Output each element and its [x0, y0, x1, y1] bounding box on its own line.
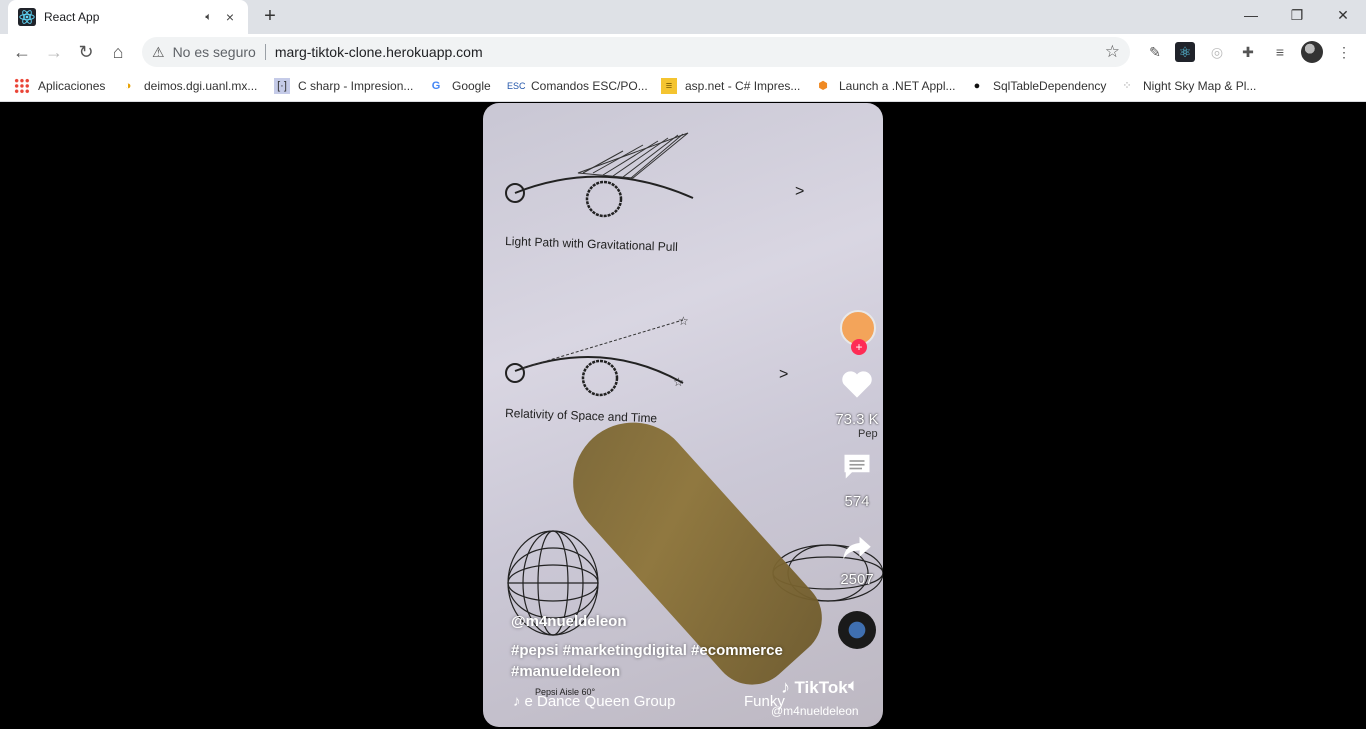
- warning-icon[interactable]: ⚠: [152, 44, 165, 61]
- address-bar[interactable]: ⚠ No es seguro marg-tiktok-clone.herokua…: [142, 37, 1130, 67]
- tiktok-logo-icon: ♪: [781, 677, 790, 697]
- bookmark-label: SqlTableDependency: [993, 79, 1107, 93]
- music-disc-icon[interactable]: [838, 611, 876, 649]
- new-tab-button[interactable]: +: [258, 5, 282, 29]
- tab-close-icon[interactable]: ×: [222, 9, 238, 25]
- share-button[interactable]: [834, 535, 880, 565]
- menu-dots-icon[interactable]: ⋮: [1334, 42, 1354, 62]
- comment-count: 574: [844, 493, 870, 510]
- bookmark-label: deimos.dgi.uanl.mx...: [144, 79, 258, 93]
- like-count: 73.3 K: [835, 411, 879, 428]
- drawing-label-1: Light Path with Gravitational Pull: [505, 234, 678, 254]
- reload-icon[interactable]: ↻: [73, 40, 99, 64]
- bookmark-label: Comandos ESC/PO...: [531, 79, 648, 93]
- esc-icon: ESC: [507, 81, 526, 91]
- tab-title: React App: [44, 10, 100, 24]
- video-caption: @m4nueldeleon #pepsi #marketingdigital #…: [511, 613, 841, 682]
- bookmark-star-icon[interactable]: ☆: [1105, 42, 1120, 62]
- comment-button[interactable]: [834, 451, 880, 485]
- eyedropper-extension-icon[interactable]: ✎: [1145, 42, 1165, 62]
- circle-extension-icon[interactable]: ◎: [1207, 42, 1227, 62]
- back-icon[interactable]: ←: [9, 40, 35, 64]
- apps-grid-icon: [14, 78, 30, 94]
- react-icon: [18, 8, 36, 26]
- bookmark-label: C sharp - Impresion...: [298, 79, 414, 93]
- browser-toolbar: ← → ↻ ⌂ ⚠ No es seguro marg-tiktok-clone…: [0, 34, 1366, 70]
- bookmark-label: asp.net - C# Impres...: [685, 79, 801, 93]
- profile-avatar[interactable]: [1301, 41, 1323, 63]
- bookmark-deimos[interactable]: ◑ deimos.dgi.uanl.mx...: [120, 76, 258, 96]
- music-note-icon: ♪: [513, 693, 521, 710]
- share-icon: [843, 536, 871, 560]
- bookmark-aspnet[interactable]: ≡ asp.net - C# Impres...: [661, 76, 800, 96]
- tab-strip: React App 🔈︎ × + — ❐ ✕: [0, 0, 1366, 34]
- song-name: e Dance Queen Group: [524, 693, 676, 710]
- svg-text:>: >: [795, 183, 804, 200]
- follow-plus-icon[interactable]: +: [851, 339, 867, 355]
- bookmark-label: Night Sky Map & Pl...: [1143, 79, 1257, 93]
- share-count: 2507: [840, 571, 874, 588]
- like-button[interactable]: [834, 369, 880, 403]
- side-text: Pep: [858, 428, 878, 440]
- extensions-puzzle-icon[interactable]: ✚: [1238, 42, 1258, 62]
- forward-icon[interactable]: →: [41, 40, 67, 64]
- bookmark-google[interactable]: G Google: [428, 76, 491, 96]
- bookmark-label: Aplicaciones: [38, 79, 106, 93]
- tiktok-watermark: ♪ TikTok @m4nueldeleon: [771, 677, 859, 718]
- heart-icon: [842, 371, 872, 398]
- media-control-icon[interactable]: ≡: [1270, 42, 1290, 62]
- bookmark-night-sky[interactable]: ⁘ Night Sky Map & Pl...: [1119, 76, 1256, 96]
- bookmarks-bar: Aplicaciones ◑ deimos.dgi.uanl.mx... [·]…: [0, 70, 1366, 102]
- security-label[interactable]: No es seguro: [173, 44, 256, 60]
- bookmark-comandos[interactable]: ESC Comandos ESC/PO...: [507, 76, 648, 96]
- comment-icon: [844, 454, 870, 479]
- author-handle[interactable]: @m4nueldeleon: [511, 613, 841, 630]
- bookmark-label: Launch a .NET Appl...: [839, 79, 956, 93]
- speaker-icon[interactable]: 🔈︎: [205, 11, 212, 24]
- bookmark-label: Google: [452, 79, 491, 93]
- watermark-name: TikTok: [794, 678, 848, 697]
- svg-text:☆: ☆: [673, 375, 684, 389]
- svg-text:☆: ☆: [678, 314, 689, 328]
- google-icon: G: [431, 80, 441, 92]
- close-window-button[interactable]: ✕: [1320, 0, 1366, 30]
- deimos-icon: ◑: [124, 80, 132, 92]
- bookmark-aplicaciones[interactable]: Aplicaciones: [14, 76, 105, 96]
- tab-react-app[interactable]: React App 🔈︎ ×: [8, 0, 248, 34]
- hashtags-text[interactable]: #pepsi #marketingdigital #ecommerce #man…: [511, 640, 841, 682]
- watermark-handle: @m4nueldeleon: [771, 704, 859, 718]
- home-icon[interactable]: ⌂: [105, 40, 131, 64]
- url-text[interactable]: marg-tiktok-clone.herokuapp.com: [275, 44, 1105, 60]
- github-icon: ●: [973, 80, 981, 92]
- minimize-button[interactable]: —: [1228, 0, 1274, 30]
- bookmark-csharp[interactable]: [·] C sharp - Impresion...: [274, 76, 413, 96]
- page-icon: [·]: [274, 78, 290, 94]
- restore-button[interactable]: ❐: [1274, 0, 1320, 30]
- stack-icon: ≡: [661, 78, 677, 94]
- sky-icon: ⁘: [1122, 80, 1132, 92]
- aws-icon: ⬢: [818, 80, 828, 92]
- svg-text:>: >: [779, 366, 788, 383]
- bookmark-sqltabledependency[interactable]: ● SqlTableDependency: [969, 76, 1107, 96]
- bookmark-launch-net[interactable]: ⬢ Launch a .NET Appl...: [815, 76, 956, 96]
- app-container: > Light Path with Gravitational Pull ☆ ☆…: [0, 103, 1366, 729]
- omnibox-divider: [264, 44, 266, 60]
- react-devtools-icon[interactable]: ⚛: [1175, 42, 1195, 62]
- volume-icon[interactable]: 🔈︎: [848, 675, 872, 699]
